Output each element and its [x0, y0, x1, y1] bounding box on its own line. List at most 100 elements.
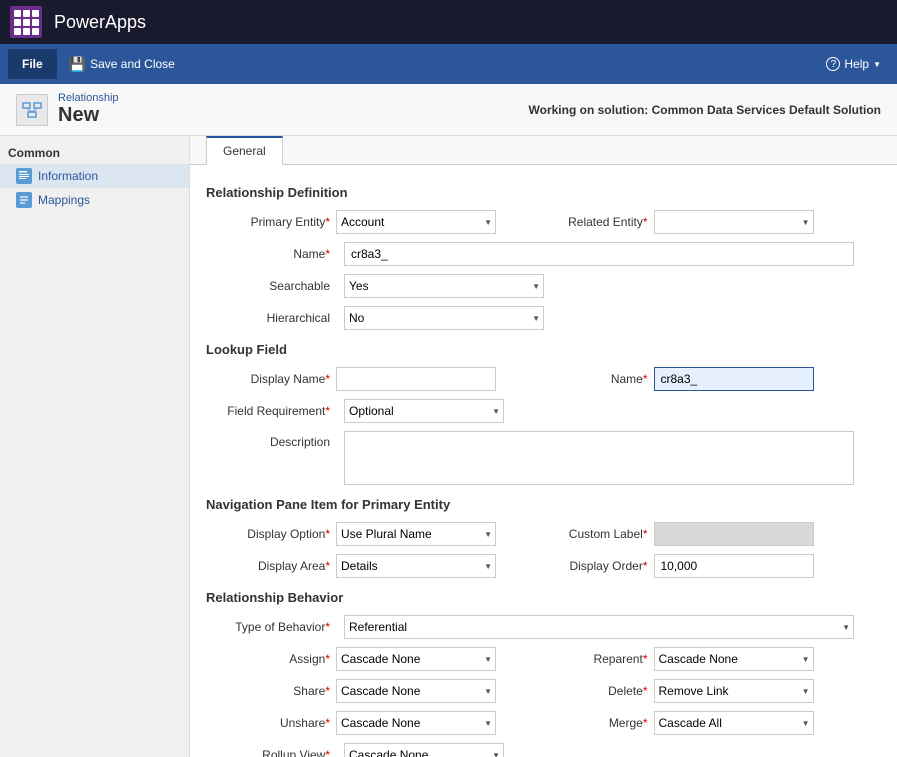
- description-textarea[interactable]: [344, 431, 854, 485]
- merge-select-wrapper: Cascade All Cascade None: [654, 711, 814, 735]
- primary-entity-label: Primary Entity*: [206, 215, 336, 229]
- display-order-input[interactable]: [654, 554, 814, 578]
- searchable-row: Searchable Yes No: [206, 274, 881, 298]
- related-entity-select[interactable]: [654, 210, 814, 234]
- sidebar-section-title: Common: [0, 140, 189, 164]
- lookup-display-name-required: *: [325, 372, 330, 386]
- display-option-row: Display Option* Use Plural Name Use Cust…: [206, 522, 881, 546]
- field-requirement-select[interactable]: Optional Required Recommended: [344, 399, 504, 423]
- lookup-name-label: Name*: [544, 372, 654, 386]
- primary-entity-select[interactable]: Account: [336, 210, 496, 234]
- delete-col: Delete* Remove Link Restrict Cascade All: [544, 679, 882, 703]
- primary-related-entity-row: Primary Entity* Account Related Entity*: [206, 210, 881, 234]
- unshare-col: Unshare* Cascade None Cascade All: [206, 711, 544, 735]
- name-label: Name*: [206, 247, 336, 261]
- custom-label-required: *: [643, 527, 648, 541]
- share-label: Share*: [206, 684, 336, 698]
- form-area: General Relationship Definition Primary …: [190, 136, 897, 757]
- top-nav-bar: PowerApps: [0, 0, 897, 44]
- hierarchical-row: Hierarchical No Yes: [206, 306, 881, 330]
- tab-general[interactable]: General: [206, 136, 283, 165]
- hierarchical-select-wrapper: No Yes: [344, 306, 544, 330]
- help-chevron-icon: ▼: [873, 60, 881, 69]
- page-icon: [16, 94, 48, 126]
- display-option-col: Display Option* Use Plural Name Use Cust…: [206, 522, 544, 546]
- file-button[interactable]: File: [8, 49, 57, 79]
- display-option-select-wrapper: Use Plural Name Use Custom Label Do Not …: [336, 522, 496, 546]
- help-icon: ?: [826, 57, 840, 71]
- primary-entity-required: *: [325, 215, 330, 229]
- display-option-required: *: [325, 527, 330, 541]
- custom-label-label: Custom Label*: [544, 527, 654, 541]
- assign-select[interactable]: Cascade None Cascade All Cascade Active: [336, 647, 496, 671]
- assign-select-wrapper: Cascade None Cascade All Cascade Active: [336, 647, 496, 671]
- unshare-label: Unshare*: [206, 716, 336, 730]
- relationship-behavior-title: Relationship Behavior: [206, 590, 881, 605]
- save-label: Save and Close: [90, 57, 175, 71]
- tab-general-label: General: [223, 144, 266, 158]
- rollup-view-row: Rollup View* Cascade None Cascade All: [206, 743, 881, 757]
- type-of-behavior-row: Type of Behavior* Referential Parental C…: [206, 615, 881, 639]
- delete-select[interactable]: Remove Link Restrict Cascade All: [654, 679, 814, 703]
- mappings-icon: [16, 192, 32, 208]
- page-header: Relationship New Working on solution: Co…: [0, 84, 897, 136]
- form-content: Relationship Definition Primary Entity* …: [190, 165, 897, 757]
- reparent-select[interactable]: Cascade None Cascade All: [654, 647, 814, 671]
- rollup-view-required: *: [325, 748, 330, 757]
- display-area-label: Display Area*: [206, 559, 336, 573]
- description-row: Description: [206, 431, 881, 485]
- related-entity-label: Related Entity*: [544, 215, 654, 229]
- custom-label-input[interactable]: [654, 522, 814, 546]
- lookup-display-name-row: Display Name* Name*: [206, 367, 881, 391]
- description-label: Description: [206, 431, 336, 449]
- share-delete-row: Share* Cascade None Cascade All Delete*: [206, 679, 881, 703]
- display-option-label: Display Option*: [206, 527, 336, 541]
- share-col: Share* Cascade None Cascade All: [206, 679, 544, 703]
- type-of-behavior-select[interactable]: Referential Parental Custom: [344, 615, 854, 639]
- custom-label-col: Custom Label*: [544, 522, 882, 546]
- sidebar: Common Information Mappings: [0, 136, 190, 757]
- name-row: Name*: [206, 242, 881, 266]
- display-area-select-wrapper: Details Marketing Sales Service: [336, 554, 496, 578]
- display-option-select[interactable]: Use Plural Name Use Custom Label Do Not …: [336, 522, 496, 546]
- unshare-merge-row: Unshare* Cascade None Cascade All Merge*: [206, 711, 881, 735]
- lookup-display-name-input[interactable]: [336, 367, 496, 391]
- type-of-behavior-select-wrapper: Referential Parental Custom: [344, 615, 854, 639]
- lookup-display-name-label: Display Name*: [206, 372, 336, 386]
- type-of-behavior-label: Type of Behavior*: [206, 620, 336, 634]
- primary-entity-col: Primary Entity* Account: [206, 210, 544, 234]
- display-order-label: Display Order*: [544, 559, 654, 573]
- display-area-row: Display Area* Details Marketing Sales Se…: [206, 554, 881, 578]
- sidebar-item-information[interactable]: Information: [0, 164, 189, 188]
- save-button[interactable]: 💾 Save and Close: [61, 52, 183, 77]
- lookup-field-title: Lookup Field: [206, 342, 881, 357]
- share-select-wrapper: Cascade None Cascade All: [336, 679, 496, 703]
- title-text-block: Relationship New: [58, 92, 119, 127]
- relationship-definition-title: Relationship Definition: [206, 185, 881, 200]
- searchable-select[interactable]: Yes No: [344, 274, 544, 298]
- unshare-select[interactable]: Cascade None Cascade All: [336, 711, 496, 735]
- sidebar-item-mappings[interactable]: Mappings: [0, 188, 189, 212]
- page-title-area: Relationship New: [16, 92, 119, 127]
- app-launcher-button[interactable]: [10, 6, 42, 38]
- share-required: *: [325, 684, 330, 698]
- hierarchical-select[interactable]: No Yes: [344, 306, 544, 330]
- share-select[interactable]: Cascade None Cascade All: [336, 679, 496, 703]
- merge-required: *: [643, 716, 648, 730]
- unshare-select-wrapper: Cascade None Cascade All: [336, 711, 496, 735]
- toolbar: File 💾 Save and Close ? Help ▼: [0, 44, 897, 84]
- merge-col: Merge* Cascade All Cascade None: [544, 711, 882, 735]
- display-area-select[interactable]: Details Marketing Sales Service: [336, 554, 496, 578]
- related-entity-required: *: [643, 215, 648, 229]
- name-input[interactable]: [344, 242, 854, 266]
- searchable-select-wrapper: Yes No: [344, 274, 544, 298]
- merge-select[interactable]: Cascade All Cascade None: [654, 711, 814, 735]
- lookup-name-input[interactable]: [654, 367, 814, 391]
- related-entity-select-wrapper: [654, 210, 814, 234]
- field-requirement-required: *: [325, 404, 330, 418]
- nav-pane-title: Navigation Pane Item for Primary Entity: [206, 497, 881, 512]
- hierarchical-label: Hierarchical: [206, 311, 336, 325]
- help-button[interactable]: ? Help ▼: [818, 53, 889, 75]
- rollup-view-select[interactable]: Cascade None Cascade All: [344, 743, 504, 757]
- assign-col: Assign* Cascade None Cascade All Cascade…: [206, 647, 544, 671]
